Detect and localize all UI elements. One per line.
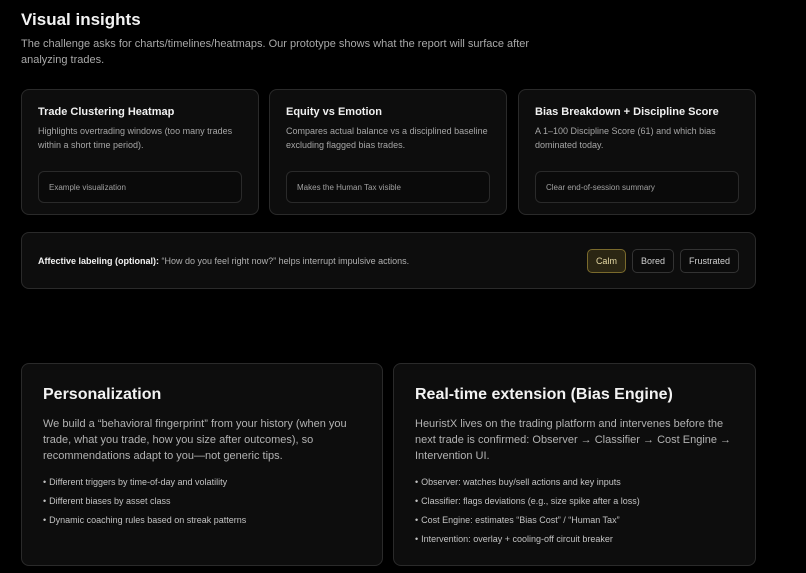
list-item: • Cost Engine: estimates “Bias Cost” / “H…	[415, 514, 734, 526]
bullet-icon: •	[43, 496, 47, 506]
realtime-title: Real-time extension (Bias Engine)	[415, 386, 673, 403]
viz-card-description: A 1–100 Discipline Score (61) and which …	[535, 126, 716, 150]
bullet-icon: •	[415, 534, 419, 544]
bullet-text: Different biases by asset class	[49, 496, 171, 506]
personalization-card: Personalization We build a “behavioral f…	[21, 363, 383, 566]
bullet-text: Intervention: overlay + cooling-off circ…	[421, 534, 613, 544]
bullet-text: Classifier: flags deviations (e.g., size…	[421, 496, 640, 506]
viz-card-example: Clear end-of-session summary	[535, 171, 739, 203]
realtime-extension-card: Real-time extension (Bias Engine) Heuris…	[393, 363, 756, 566]
personalization-bullets: • Different triggers by time-of-day and v…	[43, 476, 361, 526]
mood-chip-bored[interactable]: Bored	[631, 248, 674, 273]
mood-options: Calm Bored Frustrated	[586, 248, 739, 273]
list-item: • Intervention: overlay + cooling-off cir…	[415, 533, 734, 545]
bullet-icon: •	[415, 496, 419, 506]
mood-chip-calm[interactable]: Calm	[586, 248, 626, 273]
bullet-text: Dynamic coaching rules based on streak p…	[49, 515, 247, 525]
viz-card-example: Makes the Human Tax visible	[286, 171, 490, 203]
list-item: • Different triggers by time-of-day and v…	[43, 476, 361, 488]
list-item: • Different biases by asset class	[43, 495, 361, 507]
list-item: • Observer: watches buy/sell actions and …	[415, 476, 734, 488]
section-subtitle: The challenge asks for charts/timelines/…	[21, 38, 530, 66]
mood-chip-frustrated[interactable]: Frustrated	[679, 248, 739, 273]
bullet-icon: •	[43, 477, 47, 487]
affective-labeling-card: Affective labeling (optional): “How do y…	[21, 232, 756, 289]
bullet-icon: •	[43, 515, 47, 525]
affective-labeling-label: Affective labeling (optional):	[38, 255, 160, 266]
viz-card-description: Highlights overtrading windows (too many…	[38, 126, 233, 150]
personalization-title: Personalization	[43, 386, 162, 403]
viz-card-example: Example visualization	[38, 171, 242, 203]
bullet-text: Cost Engine: estimates “Bias Cost” / “Hu…	[421, 515, 620, 525]
affective-labeling-text: Affective labeling (optional): “How do y…	[38, 256, 587, 266]
viz-card-bias-breakdown: Bias Breakdown + Discipline Score A 1–10…	[518, 89, 756, 215]
viz-card-description: Compares actual balance vs a disciplined…	[286, 126, 488, 150]
realtime-bullets: • Observer: watches buy/sell actions and …	[415, 476, 734, 545]
section-title: Visual insights	[21, 10, 141, 29]
bullet-icon: •	[415, 477, 419, 487]
bullet-icon: •	[415, 515, 419, 525]
bullet-text: Observer: watches buy/sell actions and k…	[421, 477, 621, 487]
visual-insights-page: Visual insights The challenge asks for c…	[0, 0, 806, 573]
viz-card-heatmap: Trade Clustering Heatmap Highlights over…	[21, 89, 259, 215]
viz-card-title: Equity vs Emotion	[286, 106, 382, 118]
bullet-text: Different triggers by time-of-day and vo…	[49, 477, 228, 487]
viz-card-equity: Equity vs Emotion Compares actual balanc…	[269, 89, 507, 215]
affective-labeling-prompt: “How do you feel right now?” helps inter…	[161, 255, 410, 266]
list-item: • Dynamic coaching rules based on streak …	[43, 514, 361, 526]
personalization-description: We build a “behavioral fingerprint” from…	[43, 418, 347, 462]
viz-card-title: Trade Clustering Heatmap	[38, 106, 175, 118]
realtime-description: HeuristX lives on the trading platform a…	[415, 418, 732, 462]
viz-card-title: Bias Breakdown + Discipline Score	[535, 106, 719, 118]
list-item: • Classifier: flags deviations (e.g., siz…	[415, 495, 734, 507]
